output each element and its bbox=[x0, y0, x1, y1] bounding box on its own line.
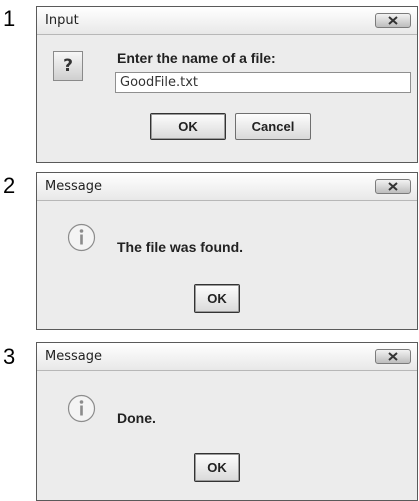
message-text: The file was found. bbox=[117, 239, 244, 255]
close-button[interactable] bbox=[375, 13, 411, 28]
close-icon bbox=[388, 16, 398, 25]
close-button[interactable] bbox=[375, 349, 411, 364]
close-button[interactable] bbox=[375, 179, 411, 194]
input-prompt-label: Enter the name of a file: bbox=[117, 50, 276, 66]
step-number-1: 1 bbox=[3, 6, 16, 31]
question-icon: ? bbox=[53, 51, 83, 81]
ok-button[interactable]: OK bbox=[194, 453, 240, 482]
file-found-dialog: Message The file was found. OK bbox=[36, 172, 418, 330]
file-found-dialog-titlebar[interactable]: Message bbox=[37, 173, 417, 201]
input-dialog-titlebar[interactable]: Input bbox=[37, 7, 417, 35]
done-dialog: Message Done. OK bbox=[36, 342, 418, 501]
step-number-2: 2 bbox=[3, 173, 16, 198]
ok-button[interactable]: OK bbox=[194, 284, 240, 313]
step-number-3: 3 bbox=[3, 344, 16, 369]
message-text: Done. bbox=[117, 410, 156, 426]
close-icon bbox=[388, 352, 398, 361]
file-found-dialog-title: Message bbox=[45, 179, 102, 194]
done-dialog-titlebar[interactable]: Message bbox=[37, 343, 417, 371]
info-icon bbox=[67, 394, 96, 423]
input-dialog-title: Input bbox=[45, 13, 79, 28]
input-dialog: Input ? Enter the name of a file: GoodFi… bbox=[36, 6, 418, 163]
close-icon bbox=[388, 182, 398, 191]
cancel-button[interactable]: Cancel bbox=[235, 113, 311, 140]
done-dialog-title: Message bbox=[45, 349, 102, 364]
ok-button[interactable]: OK bbox=[150, 113, 226, 140]
info-icon bbox=[67, 223, 96, 252]
file-name-input[interactable]: GoodFile.txt bbox=[115, 72, 411, 93]
